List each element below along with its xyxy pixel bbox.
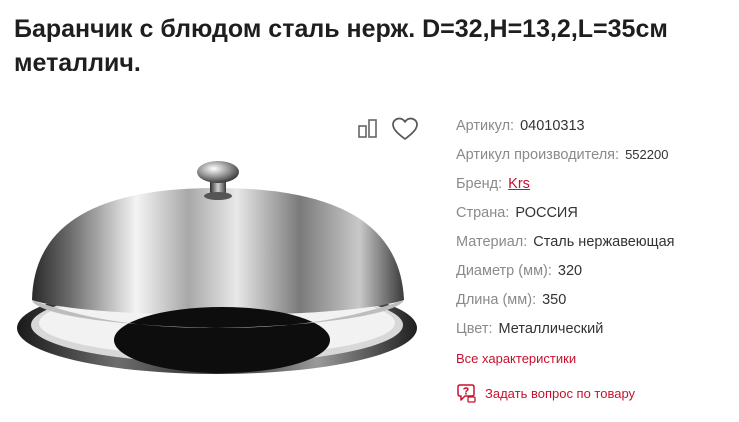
spec-country: Страна: РОССИЯ bbox=[456, 203, 736, 232]
heart-icon[interactable] bbox=[391, 116, 419, 142]
spec-material: Материал: Сталь нержавеющая bbox=[456, 232, 736, 261]
spec-label: Бренд: bbox=[456, 176, 503, 192]
ask-question-label: Задать вопрос по товару bbox=[485, 385, 636, 401]
spec-label: Страна: bbox=[456, 205, 510, 221]
spec-value: Металлический bbox=[498, 321, 604, 337]
spec-color: Цвет: Металлический bbox=[456, 319, 736, 348]
spec-value: 552200 bbox=[625, 147, 669, 162]
product-specs: Артикул: 04010313 Артикул производителя: 5… bbox=[456, 116, 736, 348]
brand-link[interactable]: Krs bbox=[508, 176, 530, 192]
spec-value: РОССИЯ bbox=[515, 205, 578, 221]
spec-label: Артикул: bbox=[456, 118, 515, 134]
ask-question-link[interactable]: Задать вопрос по товару bbox=[456, 382, 635, 404]
spec-value: 04010313 bbox=[520, 118, 585, 134]
spec-article: Артикул: 04010313 bbox=[456, 116, 736, 145]
spec-value: Сталь нержавеющая bbox=[533, 234, 675, 250]
product-actions bbox=[356, 116, 419, 142]
spec-label: Цвет: bbox=[456, 321, 493, 337]
spec-diameter: Диаметр (мм): 320 bbox=[456, 261, 736, 290]
spec-label: Длина (мм): bbox=[456, 292, 537, 308]
spec-value: 350 bbox=[542, 292, 567, 308]
spec-manufacturer-article: Артикул производителя: 552200 bbox=[456, 145, 736, 174]
spec-brand: Бренд: Krs bbox=[456, 174, 736, 203]
spec-label: Материал: bbox=[456, 234, 528, 250]
product-title: Баранчик с блюдом сталь нерж. D=32,H=13,… bbox=[14, 15, 668, 77]
compare-icon[interactable] bbox=[356, 116, 382, 142]
spec-label: Диаметр (мм): bbox=[456, 263, 552, 279]
product-image bbox=[12, 150, 432, 400]
spec-label: Артикул производителя: bbox=[456, 147, 620, 163]
all-specs-link[interactable]: Все характеристики bbox=[456, 351, 576, 366]
question-chat-icon bbox=[456, 382, 478, 404]
spec-length: Длина (мм): 350 bbox=[456, 290, 736, 319]
spec-value: 320 bbox=[557, 263, 583, 279]
